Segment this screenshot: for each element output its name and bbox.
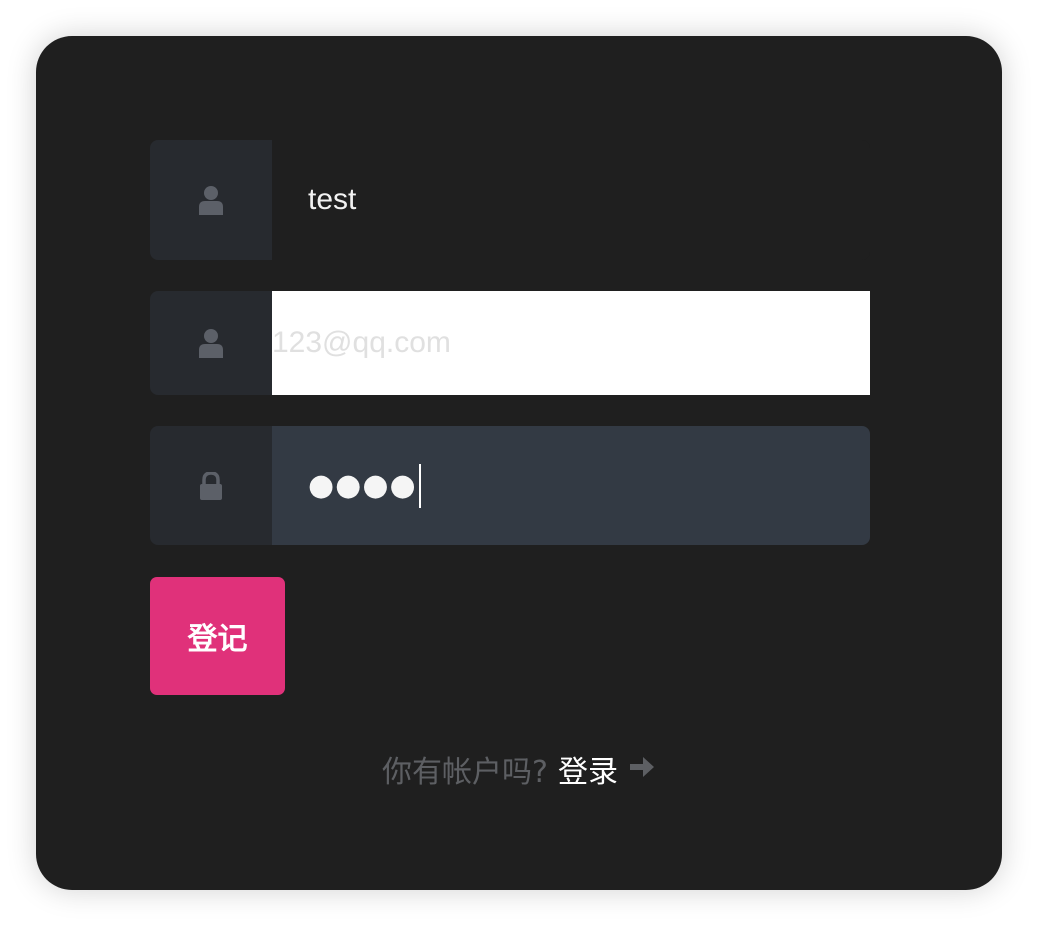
- user-icon: [199, 329, 223, 358]
- arrow-right-icon[interactable]: [628, 745, 656, 799]
- text-caret: [418, 463, 421, 508]
- password-field-group: ●●●●: [150, 426, 870, 545]
- account-question: 你有帐户吗?: [382, 755, 548, 790]
- password-input[interactable]: ●●●●: [272, 426, 870, 545]
- email-field-group: 123@qq.com: [150, 291, 870, 395]
- password-mask: ●●●●: [308, 468, 417, 503]
- register-button[interactable]: 登记: [150, 577, 285, 695]
- user-icon: [199, 186, 223, 215]
- login-prompt: 你有帐户吗? 登录: [36, 746, 1002, 801]
- email-input[interactable]: 123@qq.com: [272, 291, 870, 395]
- username-field-group: test: [150, 140, 870, 260]
- email-icon-box: [150, 291, 272, 395]
- password-icon-box: [150, 426, 272, 545]
- login-link[interactable]: 登录: [558, 755, 618, 790]
- register-card: test 123@qq.com ●●●● 登记 你有帐户吗? 登录: [36, 36, 1002, 890]
- username-input[interactable]: test: [272, 140, 870, 260]
- username-icon-box: [150, 140, 272, 260]
- lock-icon: [200, 471, 222, 500]
